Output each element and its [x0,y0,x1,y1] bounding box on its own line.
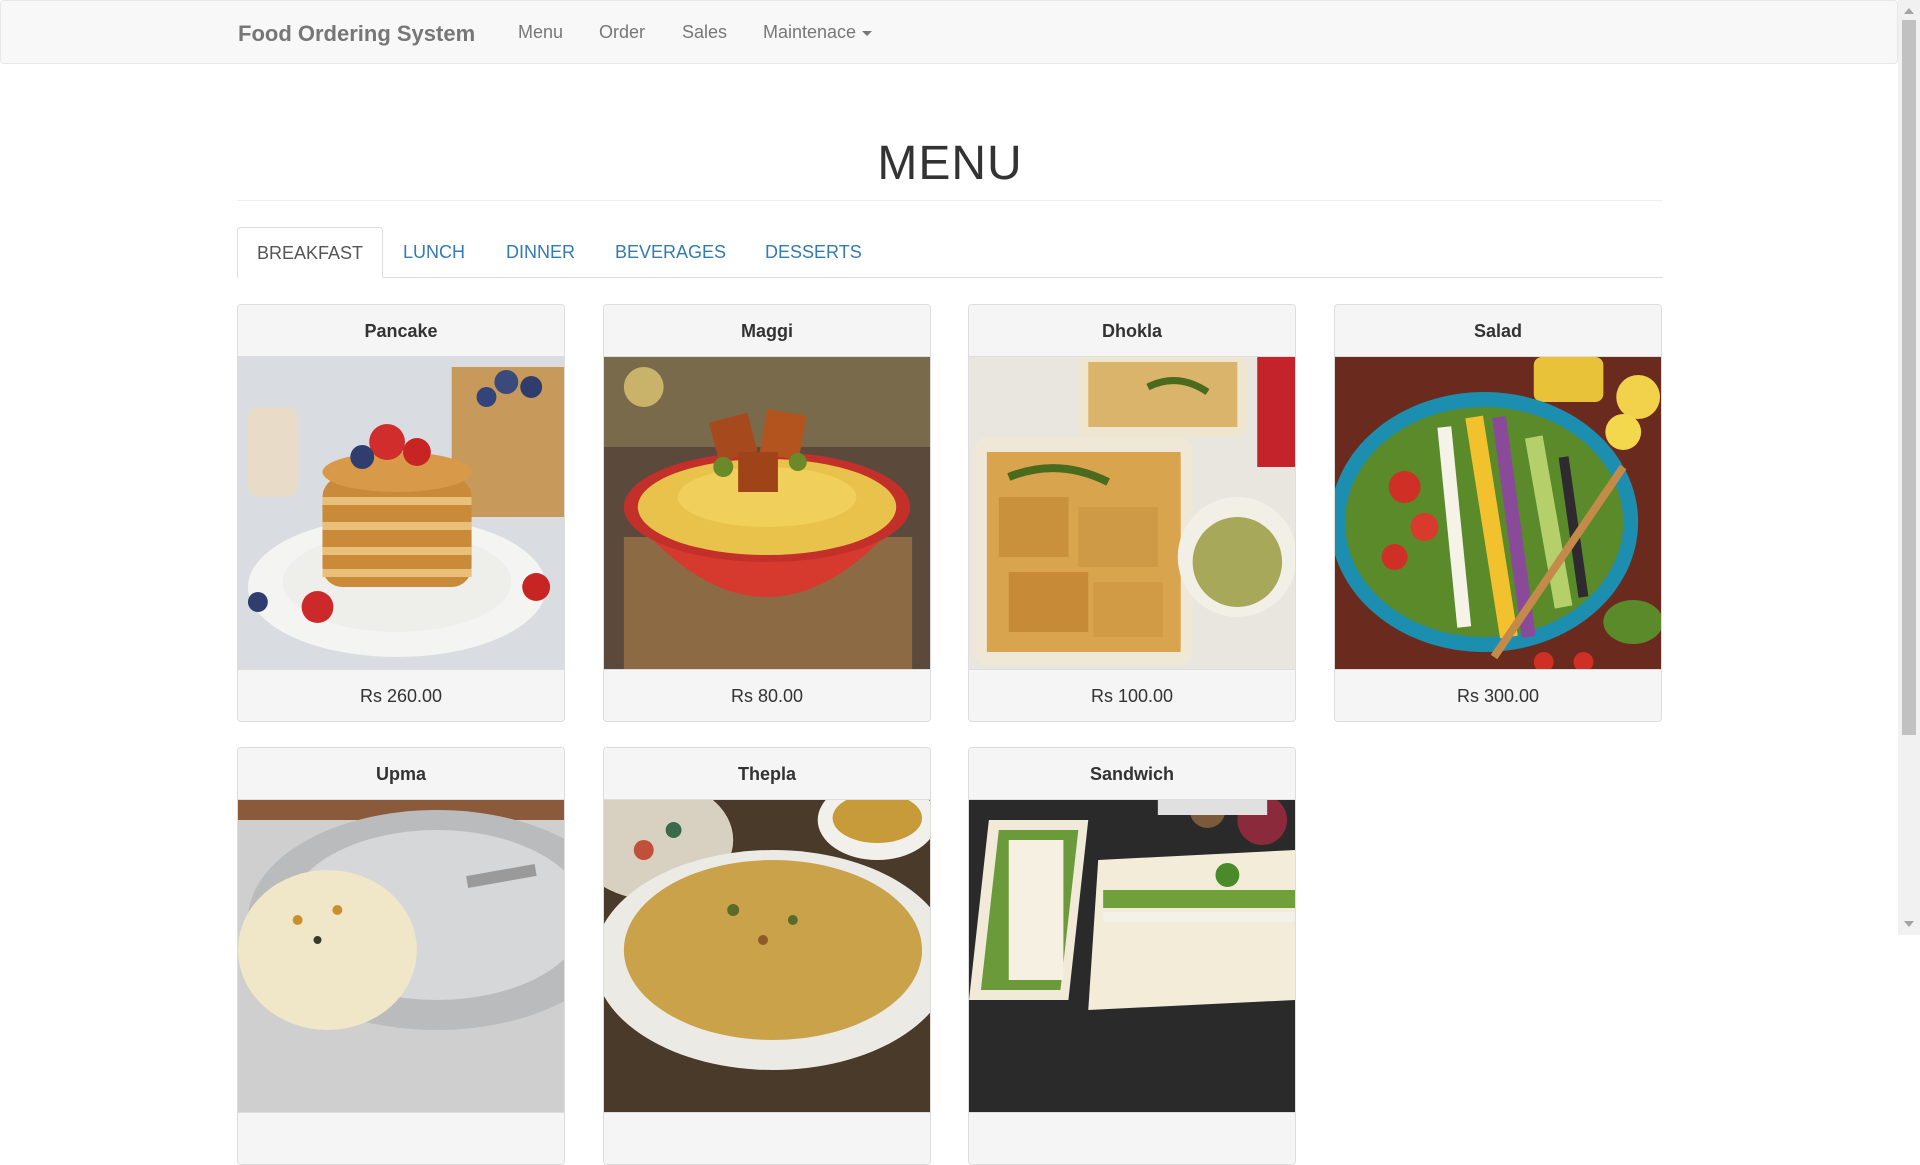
sandwich-photo [969,800,1295,1112]
nav-maintenance-dropdown[interactable]: Maintenace [763,22,873,43]
salad-photo [1335,357,1661,669]
menu-item-card[interactable]: Salad Rs 300.00 [1334,304,1662,722]
dhokla-photo [969,357,1295,669]
menu-item-name: Maggi [604,305,930,357]
tab-breakfast[interactable]: BREAKFAST [237,227,384,278]
maggi-photo [604,357,930,669]
menu-item-card[interactable]: Maggi Rs 80.00 [603,304,931,722]
title-divider [237,200,1663,201]
tab-beverages[interactable]: BEVERAGES [596,227,745,278]
nav-maintenance-label: Maintenace [763,22,857,42]
menu-item-name: Thepla [604,748,930,800]
menu-item-name: Pancake [238,305,564,357]
menu-item-price: Rs 80.00 [604,669,930,721]
menu-item-name: Dhokla [969,305,1295,357]
scrollbar-thumb[interactable] [1902,20,1916,735]
page-title: MENU [877,137,1023,190]
menu-item-price: Rs 260.00 [238,669,564,721]
scroll-up-arrow-icon[interactable] [1904,8,1914,14]
nav-sales-link[interactable]: Sales [682,22,727,43]
menu-item-name: Salad [1335,305,1661,357]
navbar: Food Ordering System Menu Order Sales Ma… [0,0,1898,64]
nav-menu-link[interactable]: Menu [518,22,563,43]
tab-lunch[interactable]: LUNCH [384,227,484,278]
brand-link[interactable]: Food Ordering System [238,21,475,47]
scroll-down-arrow-icon[interactable] [1904,921,1914,927]
menu-item-name: Upma [238,748,564,800]
menu-item-card[interactable]: Pancake Rs 260.00 [237,304,565,722]
tab-dinner[interactable]: DINNER [487,227,594,278]
caret-down-icon [862,30,873,36]
menu-item-card[interactable]: Dhokla Rs 100.00 [968,304,1296,722]
menu-item-price [604,1112,930,1164]
vertical-scrollbar[interactable] [1898,0,1920,935]
menu-item-card[interactable]: Upma [237,747,565,1165]
menu-item-price [238,1112,564,1164]
thepla-photo [604,800,930,1112]
nav-order-link[interactable]: Order [599,22,645,43]
pancake-photo [238,357,564,669]
menu-item-price: Rs 300.00 [1335,669,1661,721]
menu-item-price: Rs 100.00 [969,669,1295,721]
upma-photo [238,800,564,1112]
menu-item-card[interactable]: Sandwich [968,747,1296,1165]
menu-item-card[interactable]: Thepla [603,747,931,1165]
tab-desserts[interactable]: DESSERTS [746,227,881,278]
menu-item-price [969,1112,1295,1164]
menu-item-name: Sandwich [969,748,1295,800]
